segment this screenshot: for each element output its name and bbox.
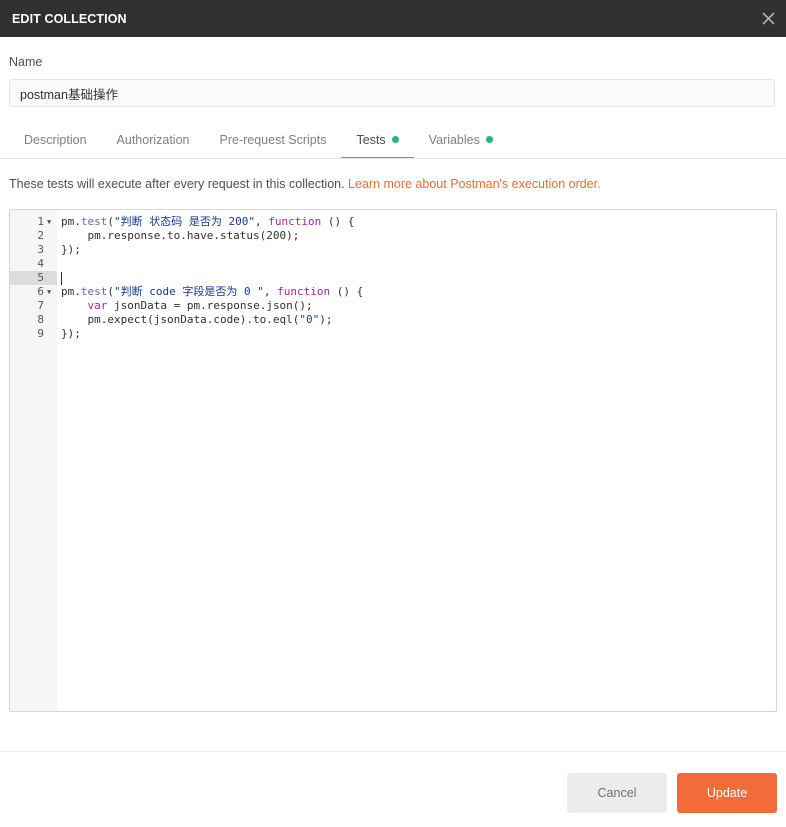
- code-text: var jsonData = pm.response.json();: [87, 299, 313, 312]
- tab-tests[interactable]: Tests: [341, 121, 414, 159]
- code-line-active: 5: [10, 271, 776, 285]
- code-text: });: [61, 327, 81, 340]
- tab-label: Pre-request Scripts: [219, 132, 327, 147]
- tab-label: Authorization: [116, 132, 190, 147]
- fold-arrow-icon[interactable]: ▼: [47, 215, 51, 229]
- status-dot-icon: [485, 136, 493, 143]
- code-line: 4: [10, 257, 776, 271]
- execution-order-link[interactable]: Learn more about Postman's execution ord…: [348, 177, 601, 191]
- code-text: pm.test("判断 code 字段是否为 0 ", function () …: [61, 285, 364, 298]
- code-line: 3 });: [10, 243, 776, 257]
- tab-variables[interactable]: Variables: [414, 121, 508, 158]
- modal-header: EDIT COLLECTION: [0, 0, 786, 37]
- code-line: 6 ▼ pm.test("判断 code 字段是否为 0 ", function…: [10, 285, 776, 299]
- line-number: 8: [37, 313, 44, 326]
- tab-authorization[interactable]: Authorization: [102, 121, 205, 158]
- tab-description[interactable]: Description: [9, 121, 102, 158]
- update-button[interactable]: Update: [677, 773, 777, 813]
- code-text: pm.test("判断 状态码 是否为 200", function () {: [61, 215, 355, 228]
- close-icon: [761, 12, 775, 25]
- line-number: 2: [37, 229, 44, 242]
- code-text: pm.expect(jsonData.code).to.eql("0");: [61, 313, 333, 326]
- code-line: 2 pm.response.to.have.status(200);: [10, 229, 776, 243]
- footer-divider: [0, 751, 786, 752]
- tab-bar: Description Authorization Pre-request Sc…: [9, 121, 508, 159]
- status-dot-icon: [391, 136, 399, 143]
- tests-info-text: These tests will execute after every req…: [9, 177, 349, 191]
- code-line: 7 var jsonData = pm.response.json();: [10, 299, 776, 313]
- tab-label: Variables: [428, 132, 480, 147]
- modal-title: EDIT COLLECTION: [12, 11, 127, 26]
- tab-label: Description: [24, 132, 87, 147]
- cancel-button[interactable]: Cancel: [567, 773, 667, 813]
- line-number: 5: [37, 271, 44, 284]
- tab-label: Tests: [356, 132, 386, 147]
- close-button[interactable]: [756, 7, 780, 31]
- code-line: 1 ▼ pm.test("判断 状态码 是否为 200", function (…: [10, 215, 776, 229]
- tests-info: These tests will execute after every req…: [9, 177, 601, 191]
- code-text: });: [61, 243, 81, 256]
- line-number: 6: [37, 285, 44, 298]
- collection-name-input[interactable]: [9, 79, 775, 107]
- line-number: 3: [37, 243, 44, 256]
- line-number: 4: [37, 257, 44, 270]
- code-text: pm.response.to.have.status(200);: [61, 229, 300, 242]
- code-text: [61, 271, 62, 285]
- code-line: 9 });: [10, 327, 776, 341]
- line-number: 9: [37, 327, 44, 340]
- name-label: Name: [9, 55, 43, 69]
- code-line: 8 pm.expect(jsonData.code).to.eql("0");: [10, 313, 776, 327]
- line-number: 7: [37, 299, 44, 312]
- tab-divider: [0, 158, 786, 159]
- fold-arrow-icon[interactable]: ▼: [47, 285, 51, 299]
- code-lines: 1 ▼ pm.test("判断 状态码 是否为 200", function (…: [10, 215, 776, 341]
- text-cursor: [61, 271, 62, 285]
- code-editor[interactable]: 1 ▼ pm.test("判断 状态码 是否为 200", function (…: [9, 209, 777, 712]
- line-number: 1: [37, 215, 44, 228]
- tab-pre-request-scripts[interactable]: Pre-request Scripts: [205, 121, 342, 158]
